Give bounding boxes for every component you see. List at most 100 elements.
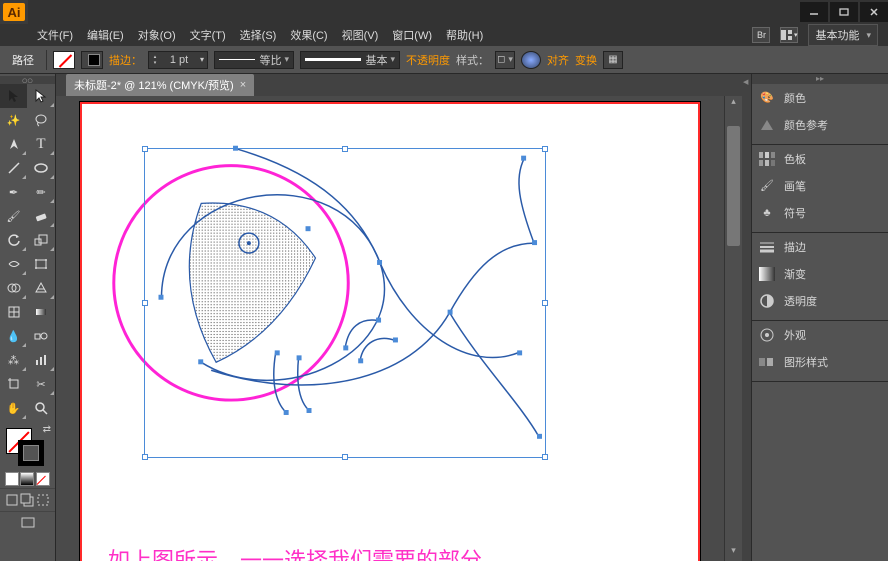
selection-tool[interactable]: [0, 84, 27, 108]
style-dropdown[interactable]: ◻: [495, 51, 515, 69]
rotate-tool[interactable]: [0, 228, 27, 252]
transform-label[interactable]: 变换: [575, 52, 597, 68]
menu-view[interactable]: 视图(V): [335, 24, 386, 46]
fill-swatch[interactable]: [53, 51, 75, 69]
pen-icon: [7, 137, 21, 151]
symbol-sprayer-tool[interactable]: ⁂: [0, 348, 27, 372]
panel-appearance[interactable]: 外观: [752, 321, 888, 348]
workspace-dropdown[interactable]: 基本功能: [808, 24, 878, 46]
stroke-swatch[interactable]: [81, 51, 103, 69]
gradient-mode-button[interactable]: [20, 472, 34, 486]
paintbrush-tool[interactable]: ✒: [0, 180, 27, 204]
spray-icon: ⁂: [8, 354, 19, 367]
color-mode-button[interactable]: [5, 472, 19, 486]
eraser-tool[interactable]: [28, 204, 55, 228]
magic-wand-tool[interactable]: ✨: [0, 108, 27, 132]
context-label: 路径: [6, 52, 40, 68]
graphic-styles-icon: [758, 353, 776, 371]
scrollbar-thumb[interactable]: [727, 126, 740, 246]
panel-symbols[interactable]: ♣符号: [752, 199, 888, 226]
line-tool[interactable]: [0, 156, 27, 180]
close-tab-button[interactable]: ×: [240, 79, 246, 91]
free-transform-tool[interactable]: [28, 252, 55, 276]
close-button[interactable]: [860, 2, 888, 22]
type-icon: T: [36, 136, 45, 153]
menu-select[interactable]: 选择(S): [233, 24, 284, 46]
document-tab[interactable]: 未标题-2* @ 121% (CMYK/预览) ×: [66, 74, 254, 96]
lasso-tool[interactable]: [28, 108, 55, 132]
scale-tool[interactable]: [28, 228, 55, 252]
shape-tool[interactable]: [28, 156, 55, 180]
menu-effect[interactable]: 效果(C): [283, 24, 334, 46]
swatches-icon: [758, 150, 776, 168]
bridge-button[interactable]: Br: [752, 27, 770, 43]
graph-tool[interactable]: [28, 348, 55, 372]
width-profile-dropdown[interactable]: 等比: [214, 51, 294, 69]
panel-stroke[interactable]: 描边: [752, 233, 888, 260]
draw-normal-button[interactable]: [5, 493, 19, 507]
draw-inside-button[interactable]: [36, 493, 50, 507]
panel-gradient[interactable]: 渐变: [752, 260, 888, 287]
panel-brushes[interactable]: 🖌画笔: [752, 172, 888, 199]
align-label[interactable]: 对齐: [547, 52, 569, 68]
brush-def-dropdown[interactable]: 基本: [300, 51, 400, 69]
mesh-tool[interactable]: [0, 300, 27, 324]
eyedropper-tool[interactable]: 💧: [0, 324, 27, 348]
artboard: 如上图所示，一一选择我们需要的部分: [80, 102, 700, 561]
minimize-button[interactable]: [800, 2, 828, 22]
panel-color[interactable]: 🎨颜色: [752, 84, 888, 111]
stroke-indicator[interactable]: [18, 440, 44, 466]
vertical-scrollbar[interactable]: ▴ ▾: [724, 96, 742, 561]
pen-tool[interactable]: [0, 132, 27, 156]
menu-window[interactable]: 窗口(W): [385, 24, 439, 46]
shape-builder-tool[interactable]: [0, 276, 27, 300]
collapse-bar[interactable]: [742, 74, 752, 561]
blob-icon: 🖌: [7, 210, 21, 223]
hand-tool[interactable]: ✋: [0, 396, 27, 420]
wand-icon: ✨: [7, 114, 21, 127]
draw-behind-button[interactable]: [20, 493, 34, 507]
width-icon: [7, 257, 21, 271]
shapebuilder-icon: [7, 281, 21, 295]
brush-panel-icon: 🖌: [758, 177, 776, 195]
menu-edit[interactable]: 编辑(E): [80, 24, 131, 46]
menu-help[interactable]: 帮助(H): [439, 24, 490, 46]
slice-icon: ✂: [36, 378, 45, 391]
fill-stroke-control[interactable]: ⇄: [0, 424, 55, 470]
panel-swatches[interactable]: 色板: [752, 145, 888, 172]
annotation-text: 如上图所示，一一选择我们需要的部分: [108, 543, 482, 561]
palette-icon: 🎨: [758, 89, 776, 107]
panel-graphic-styles[interactable]: 图形样式: [752, 348, 888, 375]
artboard-tool[interactable]: [0, 372, 27, 396]
direct-selection-tool[interactable]: [28, 84, 55, 108]
menu-object[interactable]: 对象(O): [131, 24, 183, 46]
pencil-tool[interactable]: ✏: [28, 180, 55, 204]
menu-type[interactable]: 文字(T): [183, 24, 233, 46]
opacity-label[interactable]: 不透明度: [406, 52, 450, 68]
zoom-tool[interactable]: [28, 396, 55, 420]
swap-fill-stroke-icon[interactable]: ⇄: [43, 424, 51, 435]
selection-bounding-box[interactable]: [144, 148, 546, 458]
scroll-down-icon[interactable]: ▾: [725, 545, 742, 561]
blend-tool[interactable]: [28, 324, 55, 348]
screen-mode-button[interactable]: [21, 516, 35, 530]
maximize-button[interactable]: [830, 2, 858, 22]
isolate-button[interactable]: ▦: [603, 51, 623, 69]
blob-brush-tool[interactable]: 🖌: [0, 204, 27, 228]
hand-icon: ✋: [7, 402, 21, 415]
gradient-tool[interactable]: [28, 300, 55, 324]
panel-color-guide[interactable]: 颜色参考: [752, 111, 888, 138]
stroke-label[interactable]: 描边：: [109, 52, 142, 68]
slice-tool[interactable]: ✂: [28, 372, 55, 396]
stroke-weight-input[interactable]: ▴▾ 1 pt ▾: [148, 51, 208, 69]
panel-transparency[interactable]: 透明度: [752, 287, 888, 314]
recolor-button[interactable]: [521, 51, 541, 69]
type-tool[interactable]: T: [28, 132, 55, 156]
menu-file[interactable]: 文件(F): [30, 24, 80, 46]
arrange-documents-button[interactable]: ▾: [780, 27, 798, 43]
perspective-tool[interactable]: [28, 276, 55, 300]
width-tool[interactable]: [0, 252, 27, 276]
canvas-area[interactable]: 如上图所示，一一选择我们需要的部分 ▴ ▾: [56, 96, 742, 561]
none-mode-button[interactable]: [36, 472, 50, 486]
scroll-up-icon[interactable]: ▴: [725, 96, 742, 112]
